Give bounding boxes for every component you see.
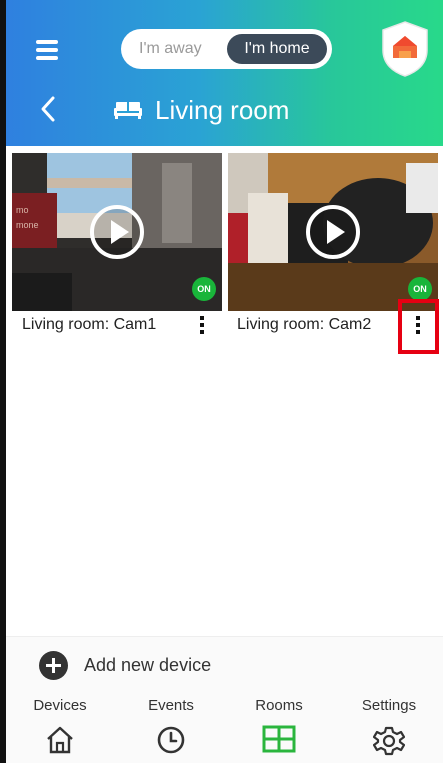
add-new-device-button[interactable]: Add new device: [39, 650, 211, 680]
room-title-bar: Living room: [113, 94, 289, 126]
camera-thumbnail-1[interactable]: mo mone ON: [12, 153, 222, 311]
gear-icon: [373, 726, 405, 756]
clock-icon: [157, 726, 185, 754]
screen-edge: [0, 0, 6, 763]
camera-thumbnail-2[interactable]: ON: [228, 153, 438, 311]
nav-settings[interactable]: Settings: [350, 697, 428, 757]
svg-text:mo: mo: [16, 205, 29, 215]
security-shield-icon[interactable]: [380, 20, 430, 78]
play-icon[interactable]: [89, 204, 145, 260]
nav-events[interactable]: Events: [136, 697, 206, 755]
highlight-box: [398, 299, 439, 354]
plus-circle-icon: [39, 650, 68, 680]
add-device-label: Add new device: [84, 654, 212, 675]
play-icon[interactable]: [305, 204, 361, 260]
nav-rooms-label: Rooms: [255, 697, 303, 714]
nav-events-label: Events: [148, 697, 194, 714]
camera-status-badge: ON: [192, 277, 216, 301]
home-icon: [47, 726, 73, 754]
grid-icon: [262, 725, 296, 753]
away-option[interactable]: I'm away: [139, 40, 202, 58]
nav-rooms[interactable]: Rooms: [244, 697, 314, 753]
back-chevron-icon[interactable]: [38, 95, 58, 123]
camera-status-badge: ON: [408, 277, 432, 301]
hamburger-menu-icon[interactable]: [36, 40, 58, 60]
away-home-toggle[interactable]: I'm away I'm home: [121, 29, 332, 69]
nav-devices[interactable]: Devices: [24, 697, 96, 755]
nav-devices-label: Devices: [33, 697, 87, 714]
camera-1-more-options-icon[interactable]: [198, 316, 206, 336]
app-header: I'm away I'm home Living room: [0, 0, 443, 146]
svg-text:mone: mone: [16, 220, 39, 230]
page-title: Living room: [155, 94, 290, 125]
nav-settings-label: Settings: [361, 697, 417, 714]
home-option[interactable]: I'm home: [227, 34, 327, 64]
camera-name-label: Living room: Cam1: [22, 316, 157, 333]
camera-name-label: Living room: Cam2: [237, 316, 372, 333]
sofa-icon: [114, 102, 142, 119]
